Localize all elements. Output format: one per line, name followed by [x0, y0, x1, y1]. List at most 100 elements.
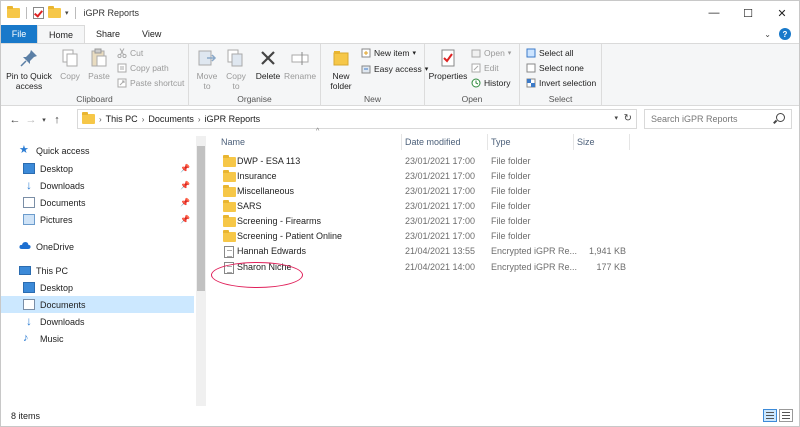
column-header-name[interactable]: Name ^ — [221, 128, 319, 150]
nav-pane-scrollbar[interactable] — [196, 136, 206, 406]
column-divider[interactable] — [573, 134, 574, 150]
tab-view[interactable]: View — [131, 25, 172, 43]
search-input[interactable]: Search iGPR Reports — [644, 109, 792, 129]
nav-pc-downloads[interactable]: ↓ Downloads — [23, 313, 194, 330]
copy-button[interactable]: Copy — [57, 47, 83, 81]
up-arrow-icon[interactable]: ↑ — [49, 114, 65, 126]
history-button[interactable]: History — [471, 78, 510, 88]
close-button[interactable]: ✕ — [765, 1, 799, 25]
copy-to-button[interactable]: Copy to — [223, 47, 249, 91]
breadcrumb-documents[interactable]: Documents — [148, 114, 194, 124]
tab-home[interactable]: Home — [37, 25, 86, 43]
paste-shortcut-button[interactable]: Paste shortcut — [117, 78, 184, 88]
recent-locations-dropdown-icon[interactable]: ▾ — [39, 116, 49, 124]
navigation-bar: ← → ▾ ↑ › This PC › Documents › iGPR Rep… — [1, 109, 799, 131]
pin-icon[interactable]: 📌 — [180, 215, 190, 224]
column-header-label: Size — [577, 137, 595, 147]
nav-qa-pictures[interactable]: Pictures 📌 — [23, 211, 194, 228]
file-type: File folder — [491, 201, 531, 211]
copy-path-label: Copy path — [130, 63, 169, 73]
pin-icon[interactable]: 📌 — [180, 164, 190, 173]
refresh-icon[interactable]: ↻ — [624, 113, 632, 124]
help-icon[interactable]: ? — [779, 28, 791, 40]
pin-icon[interactable]: 📌 — [180, 181, 190, 190]
column-divider[interactable] — [401, 134, 402, 150]
nav-qa-documents[interactable]: Documents 📌 — [23, 194, 194, 211]
nav-pc-documents[interactable]: Documents — [1, 296, 194, 313]
ribbon: Pin to Quick access Copy Paste Cut Copy … — [1, 43, 799, 106]
nav-pc-music[interactable]: ♪ Music — [23, 330, 194, 347]
properties-icon[interactable] — [33, 7, 44, 19]
customize-qat-dropdown-icon[interactable]: ▾ — [65, 9, 69, 17]
chevron-right-icon[interactable]: › — [198, 115, 201, 124]
back-arrow-icon[interactable]: ← — [7, 114, 23, 126]
chevron-right-icon[interactable]: › — [142, 115, 145, 124]
large-icons-view-icon[interactable] — [779, 409, 793, 422]
copy-icon — [59, 47, 81, 69]
invert-selection-button[interactable]: Invert selection — [526, 78, 596, 88]
column-divider[interactable] — [487, 134, 488, 150]
column-divider[interactable] — [629, 134, 630, 150]
file-row[interactable]: Insurance 23/01/2021 17:00 File folder — [211, 169, 631, 184]
edit-label: Edit — [484, 63, 499, 73]
delete-button[interactable]: Delete — [255, 47, 281, 81]
tab-share[interactable]: Share — [85, 25, 131, 43]
file-date: 23/01/2021 17:00 — [405, 171, 476, 181]
maximize-button[interactable]: ☐ — [731, 1, 765, 25]
new-folder-icon[interactable] — [48, 6, 61, 18]
new-item-button[interactable]: New item ▾ — [361, 48, 416, 58]
tab-file[interactable]: File — [1, 25, 37, 43]
nav-this-pc[interactable]: This PC — [19, 262, 194, 279]
file-row[interactable]: Sharon Niche 21/04/2021 14:00 Encrypted … — [211, 260, 631, 288]
select-none-button[interactable]: Select none — [526, 63, 584, 73]
edit-icon — [471, 63, 481, 73]
easy-access-button[interactable]: Easy access ▾ — [361, 64, 428, 74]
download-arrow-icon: ↓ — [26, 314, 32, 328]
clipboard-group: Pin to Quick access Copy Paste Cut Copy … — [1, 44, 189, 106]
nav-qa-downloads[interactable]: ↓ Downloads 📌 — [23, 177, 194, 194]
details-view-icon[interactable] — [763, 409, 777, 422]
file-type: Encrypted iGPR Re... — [491, 262, 578, 272]
minimize-button[interactable]: — — [697, 1, 731, 25]
file-row[interactable]: SARS 23/01/2021 17:00 File folder — [211, 199, 631, 214]
pin-to-quick-access-button[interactable]: Pin to Quick access — [5, 47, 53, 91]
file-row[interactable]: Hannah Edwards 21/04/2021 13:55 Encrypte… — [211, 244, 631, 259]
properties-button[interactable]: Properties — [429, 47, 467, 81]
file-row[interactable]: DWP - ESA 113 23/01/2021 17:00 File fold… — [211, 154, 631, 169]
delete-label: Delete — [255, 71, 281, 81]
copy-path-button[interactable]: Copy path — [117, 63, 169, 73]
open-button[interactable]: Open ▾ — [471, 48, 511, 58]
breadcrumb-this-pc[interactable]: This PC — [106, 114, 138, 124]
nav-qa-desktop[interactable]: Desktop 📌 — [23, 160, 194, 177]
column-header-type[interactable]: Type — [491, 134, 511, 150]
file-row[interactable]: Miscellaneous 23/01/2021 17:00 File fold… — [211, 184, 631, 199]
file-row[interactable]: Screening - Firearms 23/01/2021 17:00 Fi… — [211, 214, 631, 229]
expand-ribbon-icon[interactable]: ⌄ — [764, 30, 771, 39]
breadcrumb-igpr-reports[interactable]: iGPR Reports — [205, 114, 261, 124]
forward-arrow-icon[interactable]: → — [23, 114, 39, 126]
dropdown-icon: ▾ — [507, 50, 512, 57]
new-folder-button[interactable]: New folder — [325, 47, 357, 91]
paste-button[interactable]: Paste — [86, 47, 112, 81]
address-bar[interactable]: › This PC › Documents › iGPR Reports ▾ ↻ — [77, 109, 637, 129]
cut-button[interactable]: Cut — [117, 48, 143, 59]
address-dropdown-icon[interactable]: ▾ — [614, 114, 618, 122]
nav-onedrive[interactable]: OneDrive — [19, 238, 194, 255]
nav-pc-desktop[interactable]: Desktop — [23, 279, 194, 296]
search-placeholder: Search iGPR Reports — [651, 114, 738, 124]
nav-quick-access[interactable]: ★ Quick access — [19, 142, 194, 159]
edit-button[interactable]: Edit — [471, 63, 499, 73]
column-header-size[interactable]: Size — [577, 134, 595, 150]
pin-icon[interactable]: 📌 — [180, 198, 190, 207]
pin-icon — [18, 47, 40, 69]
file-name: Screening - Patient Online — [237, 231, 343, 241]
folder-icon — [223, 170, 236, 182]
select-all-button[interactable]: Select all — [526, 48, 574, 58]
file-row[interactable]: Screening - Patient Online 23/01/2021 17… — [211, 229, 631, 244]
move-to-button[interactable]: Move to — [194, 47, 220, 91]
open-icon — [471, 48, 481, 58]
sort-ascending-icon: ^ — [316, 128, 320, 135]
column-header-date[interactable]: Date modified — [405, 134, 461, 150]
rename-button[interactable]: Rename — [284, 47, 316, 81]
scrollbar-thumb[interactable] — [197, 146, 205, 291]
